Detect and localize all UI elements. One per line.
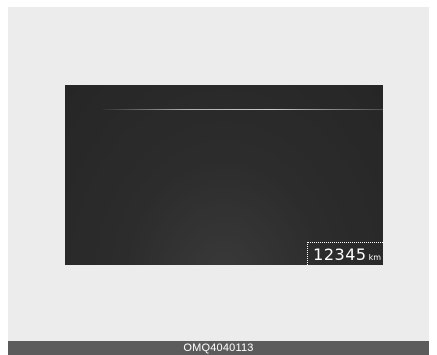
figure-caption: OMQ4040113 — [8, 341, 429, 355]
odometer-value: 12345 — [313, 245, 367, 264]
display-divider-line — [103, 109, 383, 110]
odometer-unit: km — [368, 253, 381, 262]
illustration-frame: 12345 km — [8, 7, 429, 348]
odometer-readout: 12345 km — [307, 242, 383, 265]
instrument-cluster-display: 12345 km — [65, 85, 383, 265]
